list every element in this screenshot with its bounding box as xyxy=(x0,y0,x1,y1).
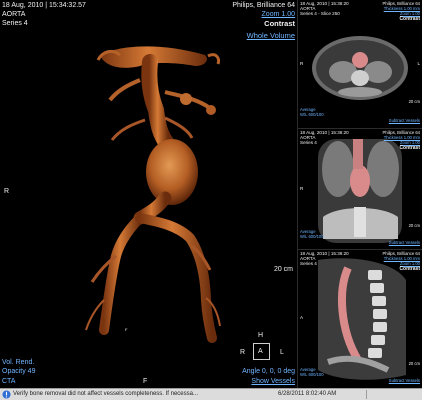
main-scanner: Philips, Brilliance 64 xyxy=(232,2,295,9)
coronal-contrast: Contrast xyxy=(399,145,420,151)
axial-viewport[interactable]: 18 Aug, 2010 | 15:36:20 AORTA Series 4 -… xyxy=(298,0,422,128)
warning-icon xyxy=(2,390,11,399)
axial-contrast: Contrast xyxy=(399,16,420,22)
coronal-width-level: W/L 600/100 xyxy=(300,234,324,239)
coronal-subtract-link[interactable]: Subtract Vessels xyxy=(389,240,420,245)
coronal-marker-r: R xyxy=(300,186,304,191)
sagittal-viewport[interactable]: 18 Aug, 2010 | 15:36:20 AORTA Series 4 P… xyxy=(298,250,422,388)
orient-left: R xyxy=(240,349,246,356)
axial-width-level: W/L 600/100 xyxy=(300,112,324,117)
coronal-viewport[interactable]: 18 Aug, 2010 | 15:36:20 AORTA Series 4 P… xyxy=(298,129,422,249)
sagittal-series: Series 4 xyxy=(300,261,317,266)
axial-marker-l: L xyxy=(417,61,420,66)
orient-right: L xyxy=(280,349,284,356)
orient-center: A xyxy=(258,348,263,355)
orientation-marker-bottom: F xyxy=(143,378,148,385)
sagittal-contrast: Contrast xyxy=(399,266,420,272)
status-message: Verify bone removal did not affect vesse… xyxy=(13,391,198,397)
coronal-scale: 20 cm xyxy=(408,223,420,228)
small-orientation-marker: F xyxy=(125,327,128,332)
render-mode: Vol. Rend. xyxy=(2,359,35,366)
orient-top: H xyxy=(258,332,264,339)
sagittal-scale: 20 cm xyxy=(408,361,420,366)
modality-label: CTA xyxy=(2,378,16,385)
angle-readout: Angle 0, 0, 0 deg xyxy=(242,368,295,375)
main-date-time: 18 Aug, 2010 | 15:34:32.57 xyxy=(2,2,86,9)
axial-marker-r: R xyxy=(300,61,304,66)
orientation-marker-left: R xyxy=(4,188,10,195)
status-divider xyxy=(366,390,367,399)
volume-render-viewport[interactable]: 18 Aug, 2010 | 15:34:32.57 AORTA Series … xyxy=(0,0,297,388)
axial-subtract-link[interactable]: Subtract Vessels xyxy=(389,118,420,123)
sagittal-subtract-link[interactable]: Subtract Vessels xyxy=(389,378,420,383)
orientation-cube[interactable]: H R A L xyxy=(238,332,292,364)
scale-label: 20 cm xyxy=(273,266,293,273)
aorta-3d-render xyxy=(85,46,221,343)
sagittal-width-level: W/L 600/100 xyxy=(300,372,324,377)
axial-series: Series 4 - Slice 250 xyxy=(300,11,340,16)
coronal-series: Series 4 xyxy=(300,140,317,145)
contrast-label: Contrast xyxy=(264,19,295,28)
main-study-name: AORTA xyxy=(2,11,26,18)
whole-volume-link[interactable]: Whole Volume xyxy=(247,32,295,40)
main-series: Series 4 xyxy=(2,20,28,27)
sagittal-marker-a: A xyxy=(300,315,304,320)
status-bar: Verify bone removal did not affect vesse… xyxy=(0,388,422,400)
status-timestamp: 6/28/2011 8:02:40 AM xyxy=(278,391,337,397)
zoom-link[interactable]: Zoom 1.00 xyxy=(262,11,295,18)
axial-scale: 20 cm xyxy=(408,99,420,104)
show-vessels-link[interactable]: Show Vessels xyxy=(251,378,295,385)
opacity-value: Opacity 49 xyxy=(2,368,36,375)
